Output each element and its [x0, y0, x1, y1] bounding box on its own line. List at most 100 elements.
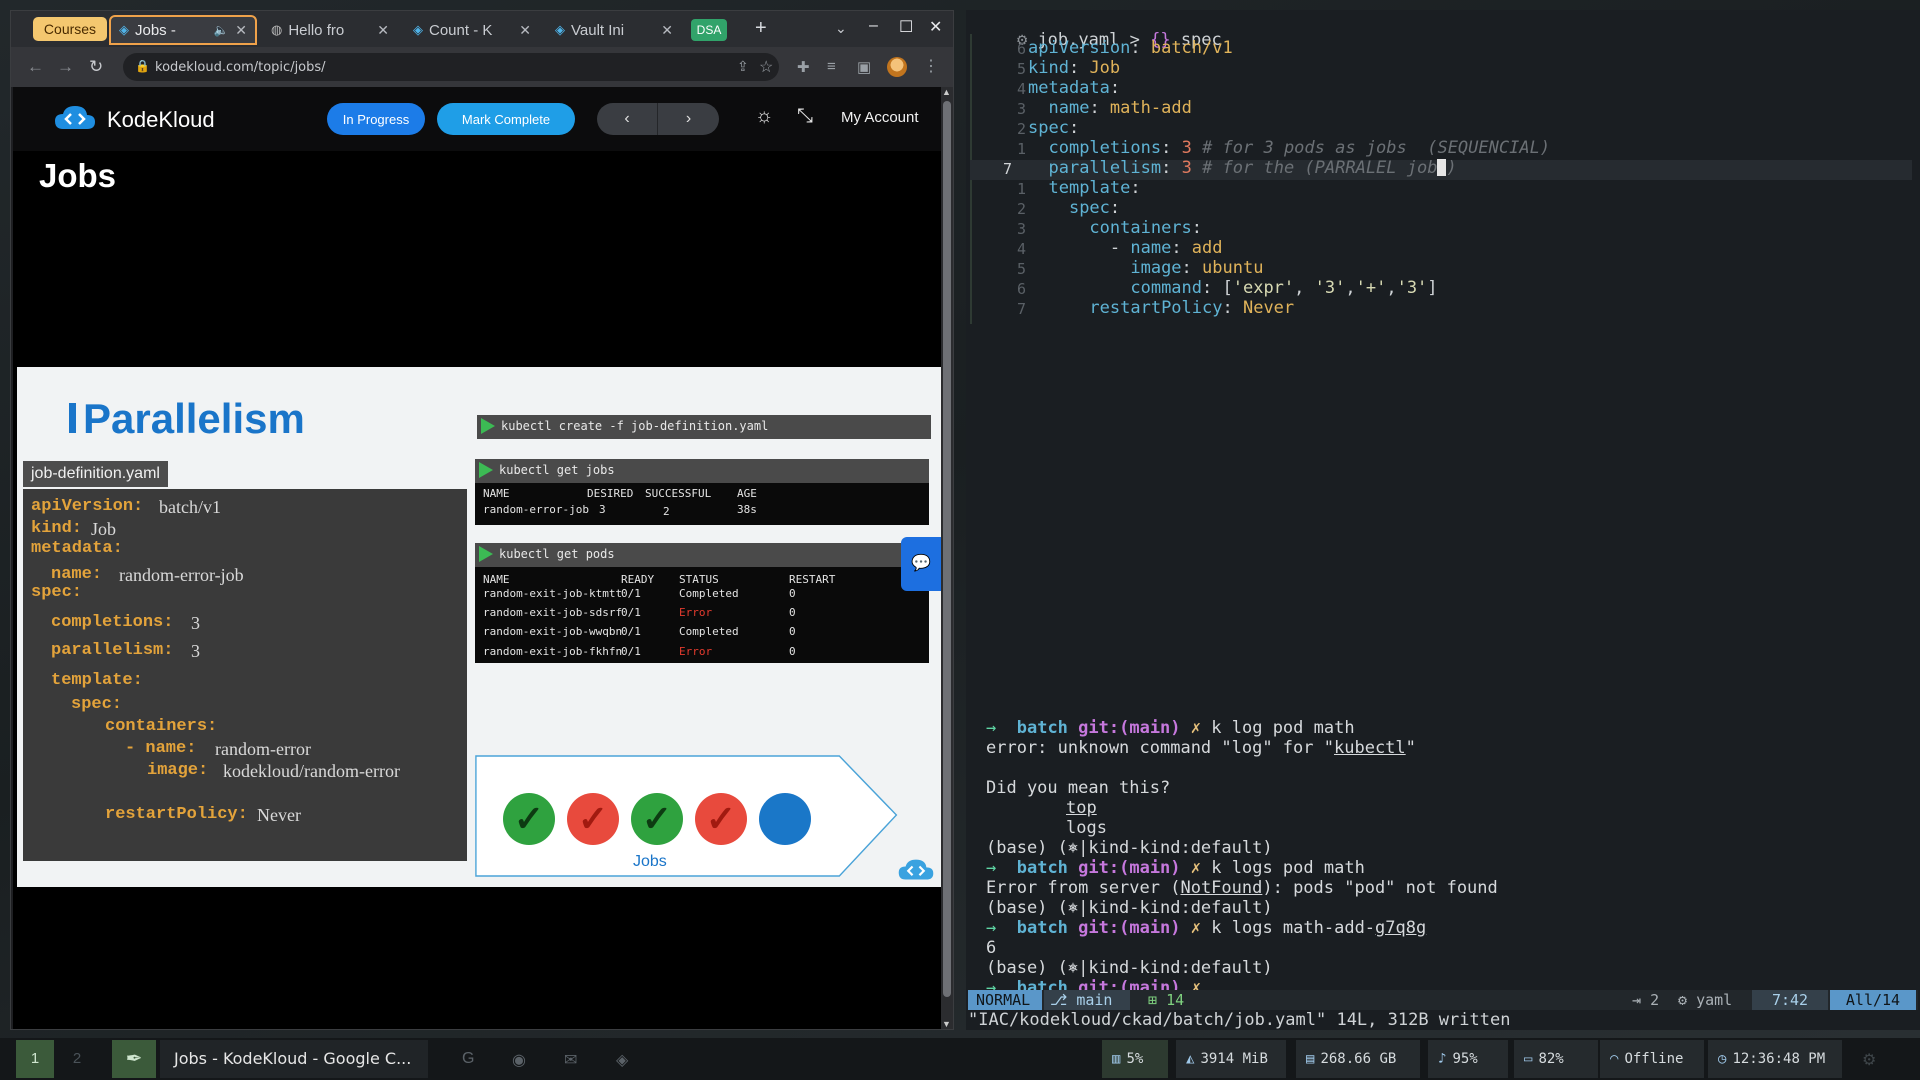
in-progress-button[interactable]: In Progress	[327, 103, 425, 135]
tab-arrow-icon: ⇥	[1632, 991, 1651, 1009]
vim-mode: NORMAL	[968, 990, 1042, 1010]
feather-app-icon[interactable]: ✒	[112, 1040, 156, 1078]
suggestion-header: Did you mean this?	[986, 778, 1171, 798]
clock-widget[interactable]: ◷ 12:36:48 PM	[1708, 1040, 1842, 1078]
tab-count[interactable]: ◈ Count - K ✕	[405, 15, 539, 45]
command-text: kubectl get pods	[499, 547, 615, 561]
tab-jobs[interactable]: ◈ Jobs - 🔈 ✕	[109, 15, 257, 45]
github-icon[interactable]: ◉	[512, 1050, 526, 1070]
back-arrow-icon[interactable]: ←	[27, 57, 44, 77]
chevron-down-icon[interactable]: ⌄	[835, 20, 847, 37]
table-header: RESTART	[789, 573, 836, 586]
close-tab-icon[interactable]: ✕	[519, 22, 531, 39]
minimize-icon[interactable]: –	[869, 17, 878, 35]
cpu-widget[interactable]: ▥ 5%	[1102, 1040, 1168, 1078]
line-number: 6	[1016, 280, 1026, 298]
yaml-key: parallelism:	[51, 641, 174, 660]
tab-group-dsa[interactable]: DSA	[691, 19, 727, 41]
code-line[interactable]: image: ubuntu	[1028, 258, 1263, 278]
disk-widget[interactable]: ▤ 268.66 GB	[1296, 1040, 1420, 1078]
maximize-icon[interactable]: ☐	[899, 17, 913, 37]
address-bar[interactable]: 🔒 kodekloud.com/topic/jobs/ ⇪ ☆	[123, 53, 779, 81]
code-line[interactable]: name: math-add	[1028, 98, 1191, 118]
tab-hello[interactable]: ◍ Hello fro ✕	[263, 15, 397, 45]
yaml-key: spec:	[31, 583, 83, 602]
line-number-current: 7	[1002, 160, 1012, 178]
code-line[interactable]: apiVersion: batch/v1	[1028, 38, 1233, 58]
code-line[interactable]: metadata:	[1028, 78, 1120, 98]
extensions-puzzle-icon[interactable]: ✚	[797, 58, 810, 76]
mail-icon[interactable]: ✉	[564, 1050, 577, 1070]
chat-bubble-icon[interactable]: 💬	[901, 537, 941, 591]
code-line[interactable]: containers:	[1028, 218, 1202, 238]
reload-icon[interactable]: ↻	[89, 57, 103, 77]
volume-widget[interactable]: ♪ 95%	[1428, 1040, 1508, 1078]
mark-complete-button[interactable]: Mark Complete	[437, 103, 575, 135]
next-lesson-button[interactable]: ›	[658, 103, 719, 135]
url-text[interactable]: kodekloud.com/topic/jobs/	[155, 60, 326, 75]
collapse-arrows-icon[interactable]: ⤡	[797, 105, 813, 128]
network-widget[interactable]: ◠ Offline	[1600, 1040, 1704, 1078]
memory-widget[interactable]: ◭ 3914 MiB	[1176, 1040, 1286, 1078]
close-tab-icon[interactable]: ✕	[235, 22, 247, 39]
page-scrollbar[interactable]: ▲ ▼	[941, 87, 953, 1029]
scroll-down-icon[interactable]: ▼	[942, 1019, 951, 1029]
sun-theme-icon[interactable]: ☼	[755, 105, 773, 128]
wifi-icon: ◠	[1610, 1051, 1619, 1067]
tab-label: Courses	[43, 21, 97, 37]
active-window-title[interactable]: Jobs - KodeKloud - Google C...	[160, 1040, 428, 1078]
context-line: (base) (⎈|kind-kind:default)	[986, 838, 1273, 858]
previous-lesson-button[interactable]: ‹	[597, 103, 658, 135]
workspace-2[interactable]: 2	[58, 1040, 96, 1078]
close-window-icon[interactable]: ✕	[929, 17, 942, 37]
scroll-up-icon[interactable]: ▲	[942, 87, 951, 97]
new-tab-plus-icon[interactable]: +	[755, 17, 767, 40]
code-line[interactable]: - name: add	[1028, 238, 1223, 258]
yaml-key: apiVersion:	[31, 497, 144, 516]
code-line[interactable]: completions: 3 # for 3 pods as jobs (SEQ…	[1028, 138, 1550, 158]
close-tab-icon[interactable]: ✕	[661, 22, 673, 39]
tab-vault[interactable]: ◈ Vault Ini ✕	[547, 15, 681, 45]
close-tab-icon[interactable]: ✕	[377, 22, 389, 39]
discord-icon[interactable]: ◈	[616, 1050, 628, 1070]
kebab-menu-icon[interactable]: ⋮	[923, 56, 939, 76]
brand-name[interactable]: KodeKloud	[107, 107, 215, 133]
table-cell: 0	[789, 587, 796, 600]
tab-courses[interactable]: Courses	[33, 17, 107, 41]
memory-chart-icon: ◭	[1186, 1051, 1195, 1067]
code-line[interactable]: kind: Job	[1028, 58, 1120, 78]
code-line[interactable]: template:	[1028, 178, 1140, 198]
line-number: 3	[1016, 100, 1026, 118]
settings-icon[interactable]: ⚙	[1862, 1050, 1876, 1070]
share-icon[interactable]: ⇪	[737, 58, 749, 75]
site-header: KodeKloud In Progress Mark Complete ‹ › …	[13, 87, 941, 151]
terminal-window[interactable]: ⚙ job.yaml > {} spec 6 5 4 3 2 1 7 1 2 3…	[966, 10, 1920, 1030]
jobs-diagram-label: Jobs	[633, 853, 667, 870]
workspace-1[interactable]: 1	[16, 1040, 54, 1078]
yaml-filename-tab: job-definition.yaml	[23, 461, 168, 487]
lock-icon[interactable]: 🔒	[135, 59, 150, 73]
code-line[interactable]: command: ['expr', '3','+','3']	[1028, 278, 1437, 298]
yaml-key: spec:	[71, 695, 123, 714]
profile-avatar[interactable]	[887, 57, 907, 77]
scroll-thumb[interactable]	[943, 101, 951, 997]
video-slide[interactable]: Parallelism job-definition.yaml apiVersi…	[17, 367, 941, 887]
code-line[interactable]: spec:	[1028, 198, 1120, 218]
line-number: 1	[1016, 140, 1026, 158]
reading-list-icon[interactable]: ≡	[827, 58, 836, 75]
battery-widget[interactable]: ▭ 82%	[1514, 1040, 1598, 1078]
code-line-current[interactable]: parallelism: 3 # for the (PARRALEL job)	[1028, 158, 1456, 178]
kodekloud-favicon-icon: ◈	[413, 22, 423, 37]
bookmark-star-icon[interactable]: ☆	[759, 57, 773, 77]
kodekloud-logo-icon[interactable]	[53, 103, 97, 133]
table-cell: random-exit-job-sdsrf	[483, 606, 623, 619]
my-account-link[interactable]: My Account	[841, 109, 919, 126]
code-line[interactable]: restartPolicy: Never	[1028, 298, 1294, 318]
speaker-icon[interactable]: 🔈	[214, 23, 229, 37]
side-panel-icon[interactable]: ▣	[857, 58, 871, 76]
cursor-position: 7:42	[1752, 990, 1828, 1010]
forward-arrow-icon[interactable]: →	[57, 57, 74, 77]
scroll-percent: All/14	[1830, 990, 1916, 1010]
google-icon[interactable]: G	[462, 1050, 474, 1068]
code-line[interactable]: spec:	[1028, 118, 1079, 138]
